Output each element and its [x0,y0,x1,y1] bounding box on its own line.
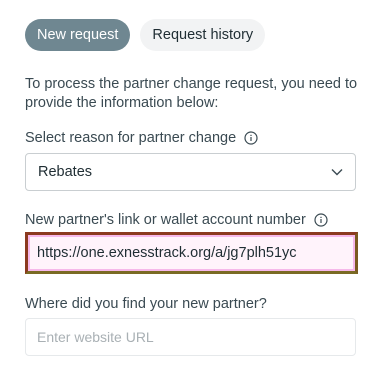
partner-link-label-row: New partner's link or wallet account num… [25,212,328,228]
info-icon[interactable] [314,213,328,227]
intro-text: To process the partner change request, y… [25,76,358,111]
website-url-input[interactable]: Enter website URL [25,318,356,356]
tab-request-history[interactable]: Request history [140,19,266,51]
partner-link-field[interactable]: https://one.exnesstrack.org/a/jg7plh51yc [25,232,358,274]
reason-label-row: Select reason for partner change [25,130,258,146]
reason-select[interactable]: Rebates [25,153,356,191]
chevron-down-icon [331,169,343,176]
partner-link-input[interactable]: https://one.exnesstrack.org/a/jg7plh51yc [28,235,355,271]
info-icon[interactable] [244,131,258,145]
reason-selected-value: Rebates [38,164,93,180]
source-label: Where did you find your new partner? [25,296,267,312]
tab-new-request[interactable]: New request [25,19,131,51]
reason-label: Select reason for partner change [25,130,237,146]
partner-link-label: New partner's link or wallet account num… [25,212,306,228]
request-tabs: New request Request history [25,19,266,51]
